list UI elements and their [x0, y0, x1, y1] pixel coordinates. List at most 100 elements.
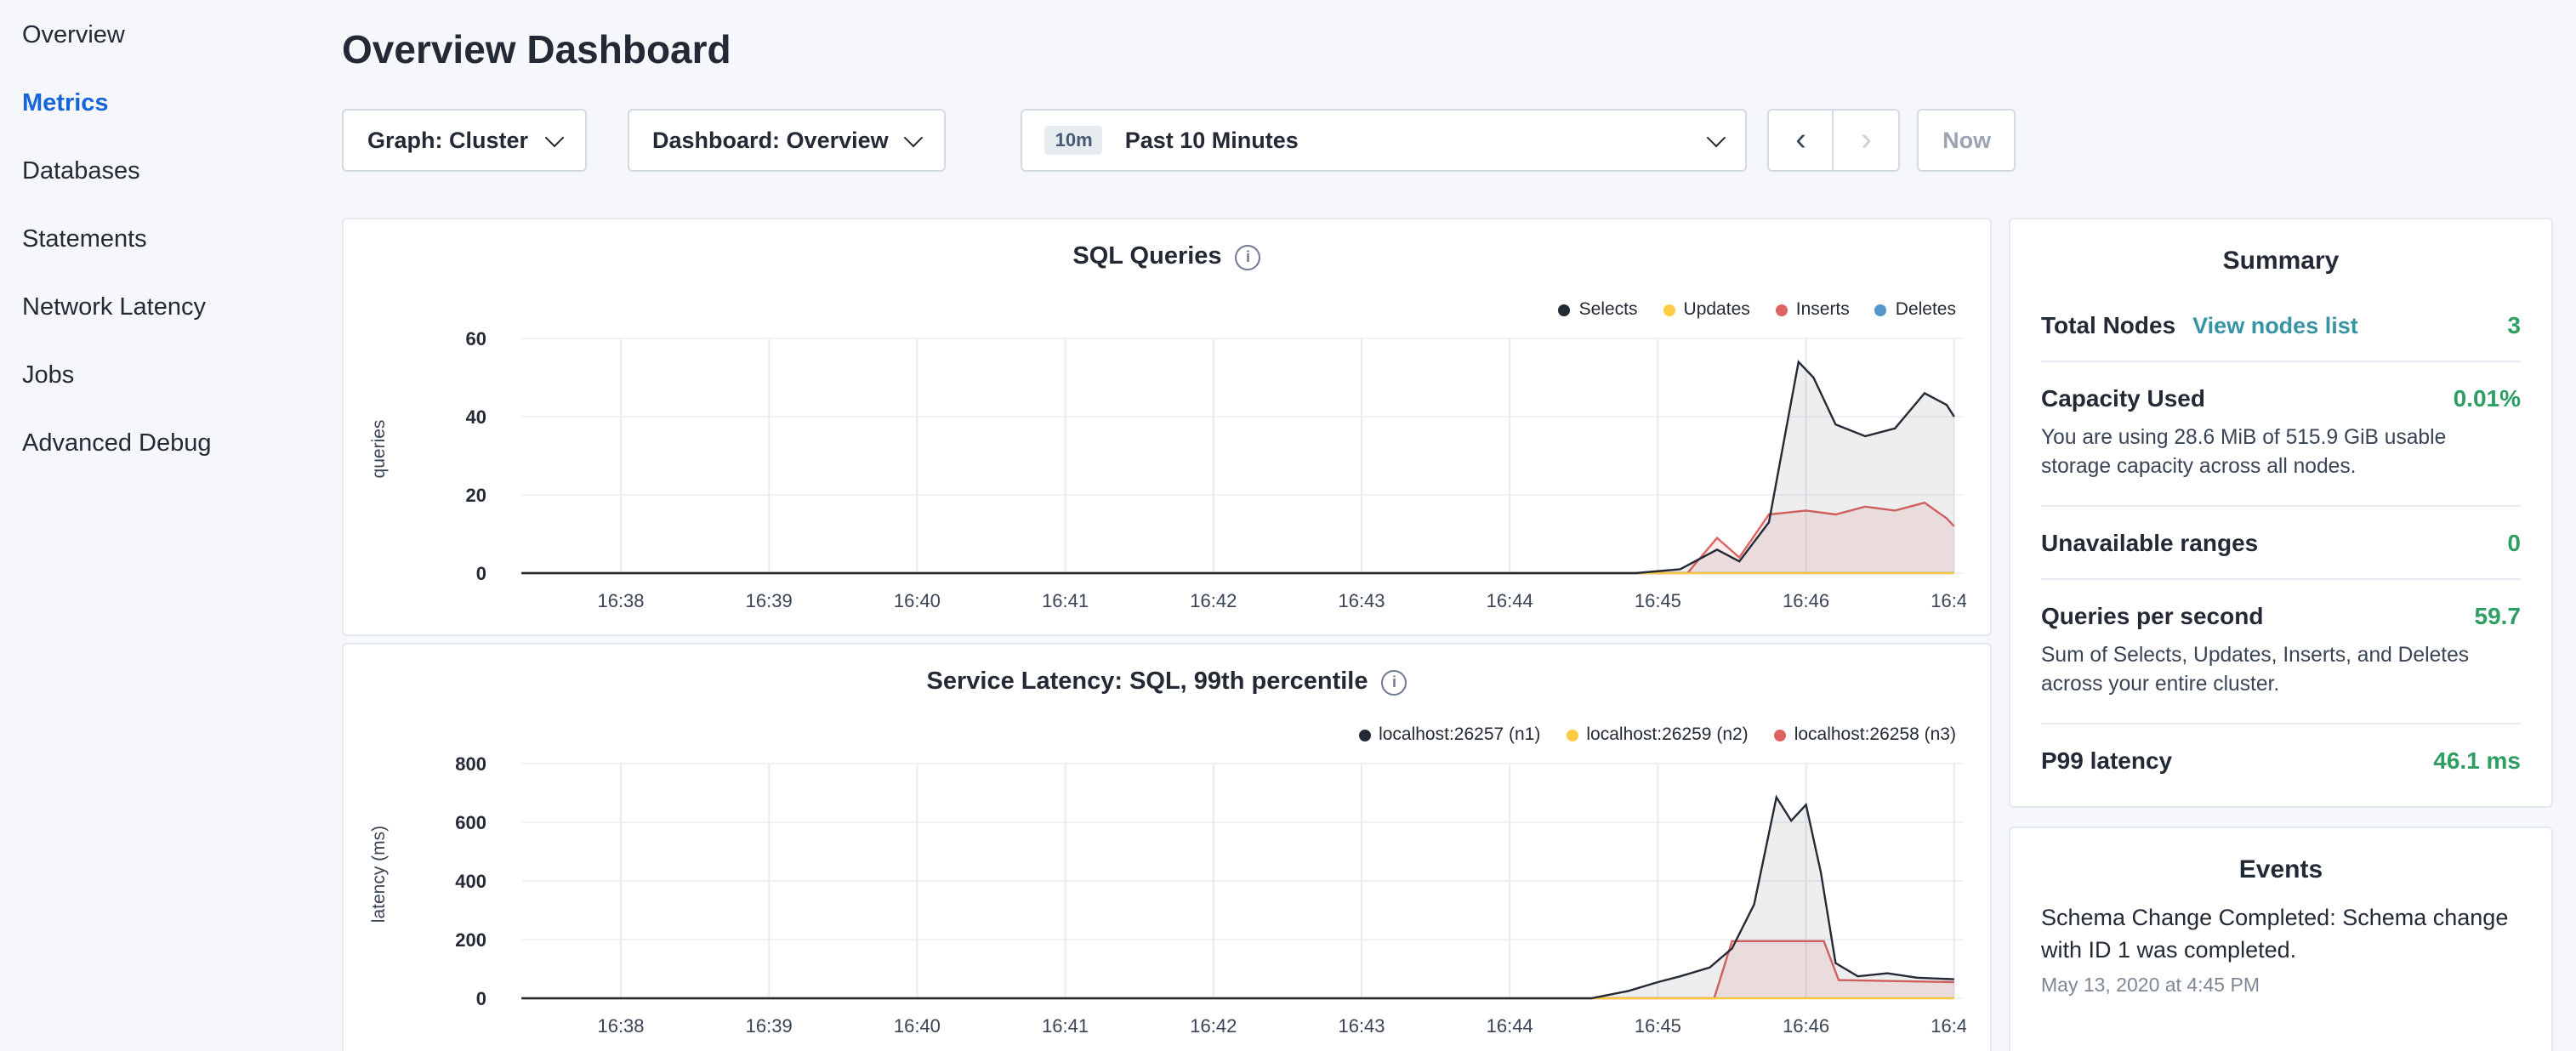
svg-text:0: 0 [476, 563, 486, 584]
svg-text:16:47: 16:47 [1931, 1015, 1966, 1037]
svg-text:16:43: 16:43 [1338, 1015, 1385, 1037]
svg-text:16:39: 16:39 [746, 1015, 793, 1037]
svg-text:16:40: 16:40 [894, 590, 941, 611]
legend-label: Selects [1579, 299, 1638, 320]
legend-item: localhost:26259 (n2) [1566, 724, 1748, 745]
legend-label: Updates [1684, 299, 1750, 320]
summary-value: 59.7 [2475, 602, 2522, 629]
event-item[interactable]: Schema Change Completed: Schema change w… [2041, 901, 2521, 997]
chart-title: SQL Queries [1072, 243, 1221, 270]
legend-item: Deletes [1875, 299, 1956, 320]
chart-title: Service Latency: SQL, 99th percentile [927, 668, 1368, 696]
legend-dot-icon [1776, 304, 1788, 315]
sidebar-item-jobs[interactable]: Jobs [22, 364, 320, 389]
sidebar-item-overview[interactable]: Overview [22, 24, 320, 49]
sidebar-item-advanced-debug[interactable]: Advanced Debug [22, 432, 320, 457]
time-next-button[interactable]: › [1834, 109, 1901, 172]
chevron-down-icon [1707, 128, 1726, 147]
time-range-badge: 10m [1045, 126, 1103, 155]
svg-text:800: 800 [455, 753, 486, 775]
time-prev-button[interactable]: ‹ [1768, 109, 1834, 172]
time-range-selector[interactable]: 10m Past 10 Minutes [1021, 109, 1748, 172]
content-row: SQL Queries i Selects Updates Inserts Delet… [342, 218, 2553, 1051]
svg-text:60: 60 [466, 328, 486, 349]
chart-title-row: Service Latency: SQL, 99th percentile i [371, 668, 1963, 696]
legend-label: localhost:26257 (n1) [1379, 724, 1540, 745]
summary-label: Queries per second [2041, 602, 2263, 629]
summary-value: 46.1 ms [2433, 747, 2521, 774]
svg-text:40: 40 [466, 406, 486, 428]
legend-item: Inserts [1776, 299, 1850, 320]
legend-dot-icon [1566, 729, 1578, 741]
summary-label: P99 latency [2041, 747, 2172, 774]
summary-row-capacity-used: Capacity Used 0.01% You are using 28.6 M… [2041, 362, 2521, 507]
legend-dot-icon [1663, 304, 1675, 315]
summary-row-p99-latency: P99 latency 46.1 ms [2041, 724, 2521, 796]
legend-item: localhost:26258 (n3) [1774, 724, 1956, 745]
svg-text:16:44: 16:44 [1487, 1015, 1533, 1037]
legend-dot-icon [1774, 729, 1786, 741]
view-nodes-list-link[interactable]: View nodes list [2192, 313, 2358, 338]
svg-text:16:45: 16:45 [1635, 1015, 1681, 1037]
summary-label: Unavailable ranges [2041, 529, 2258, 556]
info-icon[interactable]: i [1382, 669, 1407, 695]
chart-card-service-latency: Service Latency: SQL, 99th percentile i … [342, 643, 1992, 1051]
legend-label: Inserts [1796, 299, 1850, 320]
info-icon[interactable]: i [1236, 244, 1261, 270]
legend-dot-icon [1875, 304, 1887, 315]
chart-title-row: SQL Queries i [371, 243, 1963, 270]
legend-label: localhost:26259 (n2) [1586, 724, 1748, 745]
summary-title: Summary [2041, 247, 2521, 276]
graph-scope-dropdown[interactable]: Graph: Cluster [342, 109, 586, 172]
chart-legend: localhost:26257 (n1) localhost:26259 (n2)… [1358, 724, 1956, 745]
chevron-down-icon [904, 128, 924, 147]
event-text: Schema Change Completed: Schema change w… [2041, 901, 2521, 968]
sidebar-item-metrics[interactable]: Metrics [22, 92, 320, 117]
chart-plot-area[interactable]: 020406016:3816:3916:4016:4116:4216:4316:… [371, 321, 1966, 629]
now-button-label: Now [1942, 128, 1991, 153]
svg-text:600: 600 [455, 812, 486, 833]
main-content: Overview Dashboard Graph: Cluster Dashbo… [342, 0, 2553, 1051]
svg-text:16:43: 16:43 [1338, 590, 1385, 611]
controls-bar: Graph: Cluster Dashboard: Overview 10m P… [342, 109, 2553, 172]
svg-text:16:39: 16:39 [746, 590, 793, 611]
legend-label: localhost:26258 (n3) [1794, 724, 1956, 745]
now-button[interactable]: Now [1918, 109, 2016, 172]
svg-text:16:41: 16:41 [1042, 590, 1089, 611]
side-column: Summary Total Nodes View nodes list 3 Ca… [2009, 218, 2553, 1051]
svg-text:400: 400 [455, 871, 486, 892]
sidebar-item-databases[interactable]: Databases [22, 160, 320, 185]
sidebar-item-network-latency[interactable]: Network Latency [22, 296, 320, 321]
events-title: Events [2041, 855, 2521, 884]
svg-text:16:38: 16:38 [597, 590, 644, 611]
dashboard-dropdown[interactable]: Dashboard: Overview [627, 109, 947, 172]
svg-text:16:47: 16:47 [1931, 590, 1966, 611]
summary-panel: Summary Total Nodes View nodes list 3 Ca… [2009, 218, 2553, 808]
legend-item: localhost:26257 (n1) [1358, 724, 1540, 745]
summary-value: 0.01% [2454, 384, 2521, 412]
chart-plot-area[interactable]: 020040060080016:3816:3916:4016:4116:4216… [371, 747, 1966, 1051]
legend-item: Updates [1663, 299, 1750, 320]
graph-scope-dropdown-label: Graph: Cluster [367, 128, 528, 153]
sidebar: Overview Metrics Databases Statements Networ… [0, 0, 320, 500]
legend-item: Selects [1559, 299, 1638, 320]
dashboard-dropdown-label: Dashboard: Overview [652, 128, 889, 153]
svg-text:20: 20 [466, 485, 486, 506]
svg-text:0: 0 [476, 988, 486, 1009]
svg-text:16:45: 16:45 [1635, 590, 1681, 611]
svg-text:16:46: 16:46 [1783, 1015, 1829, 1037]
summary-subtext: You are using 28.6 MiB of 515.9 GiB usab… [2041, 423, 2521, 483]
legend-dot-icon [1358, 729, 1370, 741]
summary-row-total-nodes: Total Nodes View nodes list 3 [2041, 289, 2521, 362]
chevron-down-icon [544, 128, 564, 147]
svg-text:200: 200 [455, 929, 486, 951]
svg-text:16:38: 16:38 [597, 1015, 644, 1037]
summary-row-queries-per-second: Queries per second 59.7 Sum of Selects, … [2041, 580, 2521, 724]
svg-text:16:46: 16:46 [1783, 590, 1829, 611]
svg-text:16:44: 16:44 [1487, 590, 1533, 611]
summary-row-unavailable-ranges: Unavailable ranges 0 [2041, 507, 2521, 580]
legend-dot-icon [1559, 304, 1571, 315]
sidebar-item-statements[interactable]: Statements [22, 228, 320, 253]
svg-text:16:42: 16:42 [1190, 1015, 1237, 1037]
summary-value: 0 [2507, 529, 2521, 556]
